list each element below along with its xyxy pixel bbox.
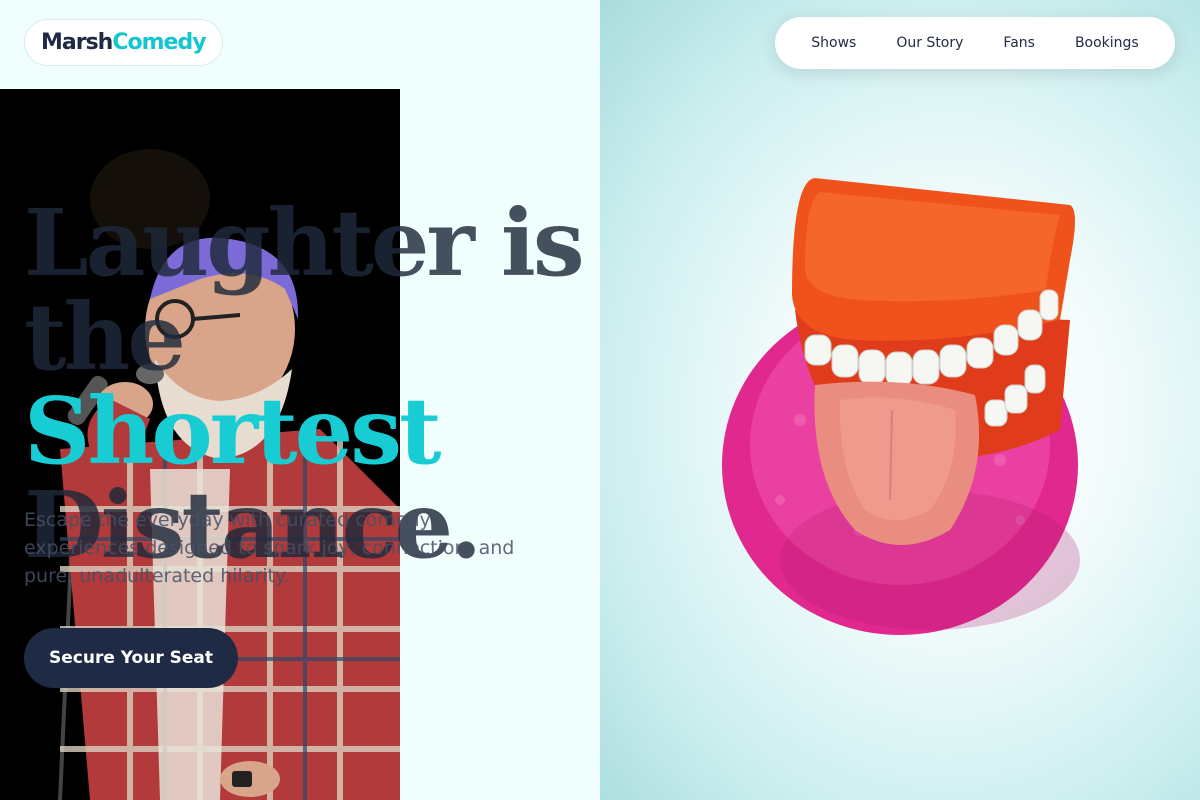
main-nav: Shows Our Story Fans Bookings — [775, 17, 1175, 69]
headline-line-1: Laughter is — [24, 189, 585, 297]
secure-seat-button[interactable]: Secure Your Seat — [24, 628, 238, 688]
nav-item-fans[interactable]: Fans — [1003, 35, 1035, 51]
brand-name-part1: Marsh — [41, 30, 113, 55]
chattering-teeth-photo — [600, 0, 1200, 800]
hero-subtitle: Escape the everyday with curated comedy … — [24, 509, 515, 587]
headline-accent-word: Shortest — [24, 377, 441, 485]
nav-item-bookings[interactable]: Bookings — [1075, 35, 1139, 51]
nav-item-shows[interactable]: Shows — [811, 35, 856, 51]
brand-name-part2: Comedy — [112, 30, 206, 55]
headline-line-2-plain: the — [24, 283, 186, 391]
brand-logo[interactable]: Marsh Comedy — [24, 19, 223, 66]
nav-item-our-story[interactable]: Our Story — [896, 35, 963, 51]
